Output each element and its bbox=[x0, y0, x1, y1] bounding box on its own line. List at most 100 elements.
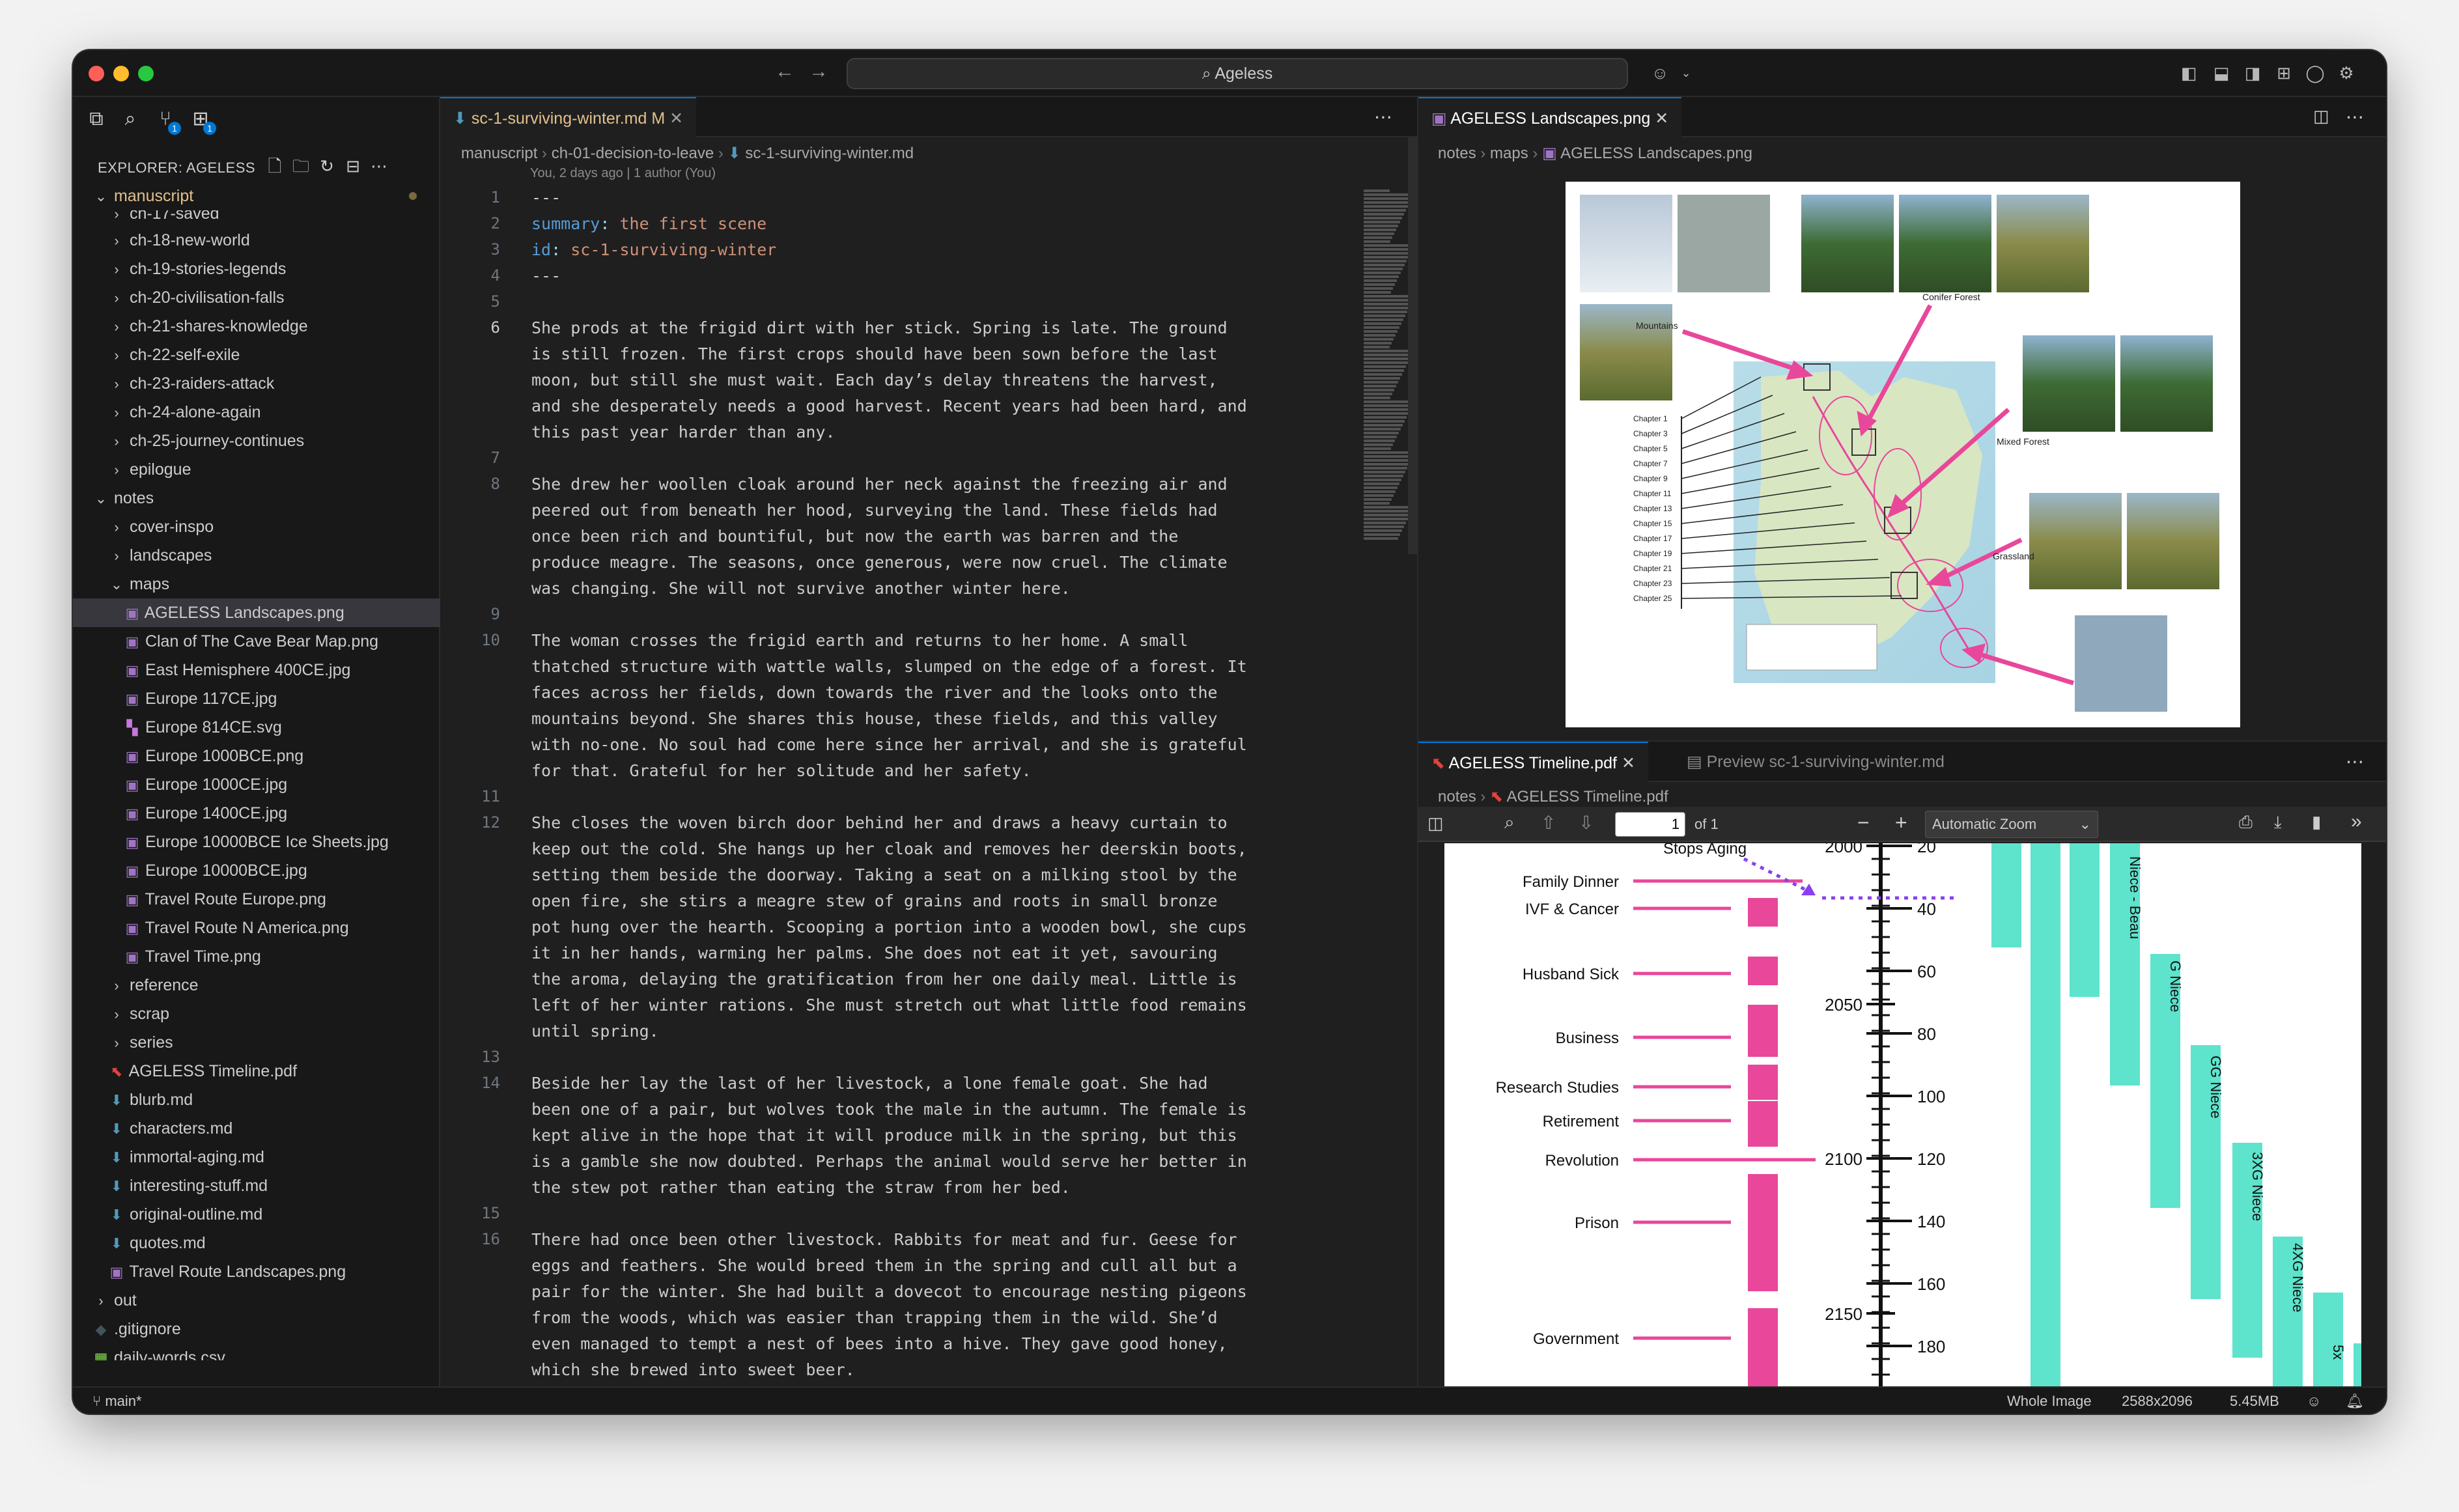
settings-gear-icon[interactable]: ⚙ bbox=[2335, 62, 2357, 84]
tab-sc-1-surviving-winter[interactable]: ⬇ sc-1-surviving-winter.md M ✕ bbox=[440, 97, 697, 137]
close-tab-icon[interactable]: ✕ bbox=[1655, 109, 1668, 128]
collapse-all-icon[interactable]: ⊟ bbox=[340, 156, 366, 176]
code-line[interactable]: There had once been other livestock. Rab… bbox=[531, 1230, 1237, 1249]
print-icon[interactable]: ⎙ bbox=[2239, 812, 2253, 833]
code-line[interactable]: which she brewed into sweet beer. bbox=[531, 1360, 855, 1379]
file-tree-item[interactable]: ⌄ maps bbox=[73, 570, 440, 598]
close-tab-icon[interactable]: ✕ bbox=[1622, 754, 1635, 772]
more-actions-icon[interactable]: ⋯ bbox=[366, 156, 392, 176]
previous-page-icon[interactable]: ⇧ bbox=[1541, 812, 1556, 833]
file-tree-item[interactable]: ⌄ notes bbox=[73, 484, 440, 512]
code-line[interactable]: even managed to tempt a nest of bees int… bbox=[531, 1334, 1228, 1353]
file-tree-item[interactable]: ▦ daily-words.csv bbox=[73, 1343, 440, 1360]
code-line[interactable]: produce meagre. The seasons, once genero… bbox=[531, 553, 1228, 572]
customize-layout-icon[interactable]: ⊞ bbox=[2273, 62, 2295, 84]
toggle-primary-sidebar-icon[interactable]: ◧ bbox=[2178, 62, 2200, 84]
file-tree-item[interactable]: › ch-21-shares-knowledge bbox=[73, 312, 440, 341]
file-tree-item[interactable]: ▣ Travel Time.png bbox=[73, 942, 440, 971]
code-line[interactable]: left of her winter rations. She must str… bbox=[531, 996, 1247, 1015]
forward-arrow-icon[interactable]: → bbox=[809, 61, 828, 83]
next-page-icon[interactable]: ⇩ bbox=[1579, 812, 1594, 833]
code-line[interactable]: setting them beside the doorway. Taking … bbox=[531, 865, 1237, 884]
account-icon[interactable]: ◯ bbox=[2304, 62, 2326, 84]
file-tree-item[interactable]: ⬇ immortal-aging.md bbox=[73, 1143, 440, 1171]
source-control-icon[interactable]: ⑂ 1 bbox=[150, 104, 181, 135]
code-line[interactable]: open fire, she stirs a meagre stew of gr… bbox=[531, 891, 1218, 910]
code-line[interactable]: The woman crosses the frigid earth and r… bbox=[531, 631, 1188, 650]
notifications-icon[interactable]: 🔔︎ bbox=[2346, 1393, 2364, 1410]
code-line[interactable]: faces across her fields, down towards th… bbox=[531, 683, 1218, 702]
code-line[interactable]: She closes the woven birch door behind h… bbox=[531, 813, 1228, 832]
code-line[interactable]: with no-one. No soul had come here since… bbox=[531, 735, 1247, 754]
file-tree-item[interactable]: › ch-18-new-world bbox=[73, 226, 440, 255]
file-tree-item[interactable]: ⬇ interesting-stuff.md bbox=[73, 1171, 440, 1200]
branch-indicator[interactable]: ⑂ main* bbox=[92, 1393, 142, 1410]
file-tree-item[interactable]: ⬇ original-outline.md bbox=[73, 1200, 440, 1229]
file-tree-item[interactable]: ▣ Europe 10000BCE Ice Sheets.jpg bbox=[73, 828, 440, 856]
code-line[interactable]: is a gamble she now doubted. Perhaps the… bbox=[531, 1152, 1247, 1171]
code-line[interactable]: is still frozen. The first crops should … bbox=[531, 344, 1218, 363]
refresh-icon[interactable]: ↻ bbox=[314, 156, 340, 176]
file-tree-item[interactable]: › cover-inspo bbox=[73, 512, 440, 541]
file-tree-item[interactable]: ▣ East Hemisphere 400CE.jpg bbox=[73, 656, 440, 684]
file-tree-item[interactable]: ◆ .gitignore bbox=[73, 1315, 440, 1343]
page-number-input[interactable] bbox=[1615, 812, 1685, 837]
code-line[interactable]: for that. Grateful for her solitude and … bbox=[531, 761, 1032, 780]
code-line[interactable]: the aroma, delaying the gratification fr… bbox=[531, 970, 1237, 988]
back-arrow-icon[interactable]: ← bbox=[775, 61, 794, 83]
chevron-down-icon[interactable]: ⌄ bbox=[1675, 62, 1697, 84]
code-line[interactable]: once been rich and bountiful, but now th… bbox=[531, 527, 1178, 546]
code-line[interactable]: summary: the first scene bbox=[531, 214, 766, 233]
code-line[interactable]: kept alive in the hope that it will prod… bbox=[531, 1126, 1237, 1145]
toggle-panel-icon[interactable]: ⬓ bbox=[2210, 62, 2232, 84]
file-tree-item[interactable]: › series bbox=[73, 1028, 440, 1057]
more-actions-icon[interactable]: ⋯ bbox=[1374, 106, 1392, 128]
file-tree-item[interactable]: › scrap bbox=[73, 1000, 440, 1028]
file-tree-item[interactable]: ▣ Europe 1000CE.jpg bbox=[73, 770, 440, 799]
code-line[interactable]: been one of a pair, but wolves took the … bbox=[531, 1100, 1247, 1119]
code-line[interactable]: this past year harder than any. bbox=[531, 423, 836, 441]
file-tree-item[interactable]: ▣ Europe 117CE.jpg bbox=[73, 684, 440, 713]
code-line[interactable]: was changing. She will not survive anoth… bbox=[531, 579, 1071, 598]
code-line[interactable]: from the woods, which was easier than tr… bbox=[531, 1308, 1218, 1327]
file-tree-item[interactable]: ▣ Europe 1000BCE.png bbox=[73, 742, 440, 770]
code-line[interactable]: eggs and feathers. She would breed them … bbox=[531, 1256, 1237, 1275]
copilot-status-icon[interactable]: ☺ bbox=[2307, 1393, 2321, 1410]
copilot-icon[interactable]: ☺ bbox=[1649, 62, 1671, 84]
code-line[interactable]: --- bbox=[531, 188, 561, 207]
file-tree-item[interactable]: › reference bbox=[73, 971, 440, 1000]
new-folder-icon[interactable]: 🗀 bbox=[288, 154, 314, 183]
more-actions-icon[interactable]: ⋯ bbox=[2346, 106, 2364, 128]
more-actions-icon[interactable]: ⋯ bbox=[2346, 751, 2364, 772]
file-tree-item[interactable]: ▚ Europe 814CE.svg bbox=[73, 713, 440, 742]
tab-preview-sc-1[interactable]: ▤ Preview sc-1-surviving-winter.md bbox=[1674, 742, 1958, 782]
maximize-window-button[interactable] bbox=[138, 66, 154, 81]
file-tree-item[interactable]: › ch-20-civilisation-falls bbox=[73, 283, 440, 312]
git-blame-lens[interactable]: You, 2 days ago | 1 author (You) bbox=[530, 166, 716, 181]
new-file-icon[interactable]: 🗋 bbox=[262, 154, 288, 183]
file-tree-item[interactable]: ⬇ blurb.md bbox=[73, 1085, 440, 1114]
zoom-select[interactable]: Automatic Zoom ⌄ bbox=[1925, 811, 2098, 838]
file-tree-item[interactable]: › epilogue bbox=[73, 455, 440, 484]
zoom-out-icon[interactable]: − bbox=[1857, 811, 1870, 835]
image-kind[interactable]: Whole Image bbox=[2007, 1393, 2092, 1410]
code-line[interactable]: moon, but still she must wait. Each day’… bbox=[531, 371, 1218, 389]
explorer-files-icon[interactable]: ⧉ bbox=[81, 104, 112, 135]
file-tree-item[interactable]: ▣ AGELESS Landscapes.png bbox=[73, 598, 440, 627]
file-tree-item[interactable]: ▣ Travel Route Europe.png bbox=[73, 885, 440, 914]
file-tree-item[interactable]: ⬇ quotes.md bbox=[73, 1229, 440, 1257]
file-tree-item[interactable]: › landscapes bbox=[73, 541, 440, 570]
code-line[interactable]: thatched structure with wattle walls, sl… bbox=[531, 657, 1247, 676]
file-tree-item[interactable]: ▣ Travel Route Landscapes.png bbox=[73, 1257, 440, 1286]
file-tree-item[interactable]: › ch-24-alone-again bbox=[73, 398, 440, 427]
tab-ageless-timeline[interactable]: ⬉ AGELESS Timeline.pdf ✕ bbox=[1418, 742, 1648, 782]
code-line[interactable]: mountains beyond. She shares this house,… bbox=[531, 709, 1218, 728]
command-center-search[interactable]: ⌕ Ageless bbox=[847, 58, 1628, 89]
code-line[interactable]: keep out the cold. She hangs up her cloa… bbox=[531, 839, 1247, 858]
file-tree-item[interactable]: ▣ Clan of The Cave Bear Map.png bbox=[73, 627, 440, 656]
split-editor-icon[interactable]: ◫ bbox=[2313, 106, 2329, 126]
code-line[interactable]: id: sc-1-surviving-winter bbox=[531, 240, 776, 259]
code-line[interactable]: peered out from beneath her hood, survey… bbox=[531, 501, 1218, 520]
file-tree-item[interactable]: › ch-22-self-exile bbox=[73, 341, 440, 369]
code-line[interactable]: Beside her lay the last of her livestock… bbox=[531, 1074, 1208, 1093]
